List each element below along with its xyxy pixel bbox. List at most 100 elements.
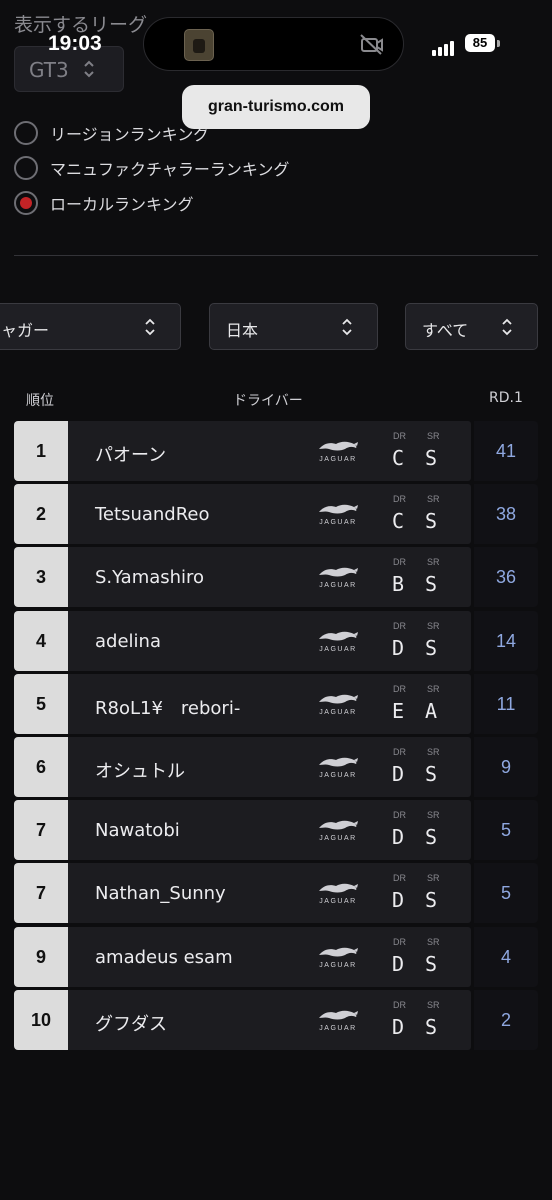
table-row[interactable]: 6 オシュトル JAGUAR DR SR D S 9 bbox=[14, 737, 538, 797]
sportsmanship-rating: S bbox=[425, 509, 438, 533]
driver-name: R8oL1¥ rebori- bbox=[95, 698, 241, 719]
country-filter-select[interactable]: 日本 bbox=[209, 303, 378, 350]
rank-cell: 5 bbox=[14, 674, 68, 734]
category-filter-select[interactable]: すべて bbox=[405, 303, 538, 350]
jaguar-logo-icon: JAGUAR bbox=[316, 627, 360, 657]
dr-label: DR bbox=[393, 810, 406, 820]
rank-cell: 2 bbox=[14, 484, 68, 544]
now-playing-thumbnail bbox=[184, 29, 214, 61]
driver-name: amadeus esam bbox=[95, 947, 233, 968]
score-cell: 11 bbox=[474, 674, 538, 734]
score-cell: 14 bbox=[474, 611, 538, 671]
table-row[interactable]: 4 adelina JAGUAR DR SR D S 14 bbox=[14, 611, 538, 671]
jaguar-logo-icon: JAGUAR bbox=[316, 816, 360, 846]
brand-logo-text: JAGUAR bbox=[319, 898, 357, 905]
score-cell: 36 bbox=[474, 547, 538, 607]
sr-label: SR bbox=[427, 873, 440, 883]
brand-logo-text: JAGUAR bbox=[319, 1025, 357, 1032]
brand-logo-text: JAGUAR bbox=[319, 709, 357, 716]
status-bar: 19:03 85 bbox=[0, 0, 552, 92]
chevron-updown-icon bbox=[144, 318, 156, 340]
driver-cell[interactable]: オシュトル JAGUAR DR SR D S bbox=[68, 737, 471, 797]
brand-logo-text: JAGUAR bbox=[319, 835, 357, 842]
jaguar-logo-icon: JAGUAR bbox=[316, 437, 360, 467]
chevron-updown-icon bbox=[501, 318, 513, 340]
driver-cell[interactable]: Nathan_Sunny JAGUAR DR SR D S bbox=[68, 863, 471, 923]
ratings: DR SR D S bbox=[392, 621, 452, 663]
sportsmanship-rating: S bbox=[425, 952, 438, 976]
brand-logo-text: JAGUAR bbox=[319, 582, 357, 589]
sr-label: SR bbox=[427, 494, 440, 504]
sr-label: SR bbox=[427, 747, 440, 757]
driver-cell[interactable]: パオーン JAGUAR DR SR C S bbox=[68, 421, 471, 481]
driver-rating: D bbox=[392, 888, 405, 912]
jaguar-logo-icon: JAGUAR bbox=[316, 690, 360, 720]
table-row[interactable]: 7 Nawatobi JAGUAR DR SR D S 5 bbox=[14, 800, 538, 860]
driver-cell[interactable]: S.Yamashiro JAGUAR DR SR B S bbox=[68, 547, 471, 607]
sr-label: SR bbox=[427, 684, 440, 694]
table-row[interactable]: 2 TetsuandReo JAGUAR DR SR C S 38 bbox=[14, 484, 538, 544]
driver-rating: C bbox=[392, 509, 405, 533]
driver-rating: B bbox=[392, 572, 405, 596]
table-row[interactable]: 7 Nathan_Sunny JAGUAR DR SR D S 5 bbox=[14, 863, 538, 923]
table-row[interactable]: 10 グフダス JAGUAR DR SR D S 2 bbox=[14, 990, 538, 1050]
sportsmanship-rating: S bbox=[425, 888, 438, 912]
radio-region-ranking[interactable]: リージョンランキング bbox=[14, 120, 209, 146]
driver-name: パオーン bbox=[95, 445, 167, 466]
dr-label: DR bbox=[393, 431, 406, 441]
radio-manufacturer-ranking[interactable]: マニュファクチャラーランキング bbox=[14, 155, 289, 181]
driver-rating: D bbox=[392, 825, 405, 849]
rank-cell: 3 bbox=[14, 547, 68, 607]
rank-cell: 7 bbox=[14, 800, 68, 860]
sportsmanship-rating: S bbox=[425, 1015, 438, 1039]
sr-label: SR bbox=[427, 810, 440, 820]
rank-cell: 9 bbox=[14, 927, 68, 987]
jaguar-logo-icon: JAGUAR bbox=[316, 879, 360, 909]
filter-value: 日本 bbox=[226, 321, 259, 340]
table-row[interactable]: 5 R8oL1¥ rebori- JAGUAR DR SR E A 11 bbox=[14, 674, 538, 734]
sportsmanship-rating: S bbox=[425, 825, 438, 849]
rank-cell: 7 bbox=[14, 863, 68, 923]
sportsmanship-rating: A bbox=[425, 699, 438, 723]
jaguar-logo-icon: JAGUAR bbox=[316, 753, 360, 783]
rank-cell: 10 bbox=[14, 990, 68, 1050]
battery-tip bbox=[497, 40, 500, 47]
driver-name: オシュトル bbox=[95, 761, 185, 782]
brand-logo-text: JAGUAR bbox=[319, 962, 357, 969]
jaguar-logo-icon: JAGUAR bbox=[316, 943, 360, 973]
dr-label: DR bbox=[393, 747, 406, 757]
table-row[interactable]: 9 amadeus esam JAGUAR DR SR D S 4 bbox=[14, 927, 538, 987]
driver-cell[interactable]: Nawatobi JAGUAR DR SR D S bbox=[68, 800, 471, 860]
sportsmanship-rating: S bbox=[425, 572, 438, 596]
radio-circle[interactable] bbox=[14, 121, 38, 145]
radio-local-ranking[interactable]: ローカルランキング bbox=[14, 190, 194, 216]
table-row[interactable]: 1 パオーン JAGUAR DR SR C S 41 bbox=[14, 421, 538, 481]
cellular-signal-icon bbox=[432, 37, 456, 56]
brand-logo-text: JAGUAR bbox=[319, 519, 357, 526]
radio-circle-selected[interactable] bbox=[14, 191, 38, 215]
dr-label: DR bbox=[393, 557, 406, 567]
driver-cell[interactable]: グフダス JAGUAR DR SR D S bbox=[68, 990, 471, 1050]
driver-rating: D bbox=[392, 1015, 405, 1039]
sportsmanship-rating: S bbox=[425, 762, 438, 786]
driver-rating: D bbox=[392, 762, 405, 786]
score-cell: 5 bbox=[474, 800, 538, 860]
driver-cell[interactable]: adelina JAGUAR DR SR D S bbox=[68, 611, 471, 671]
ratings: DR SR D S bbox=[392, 810, 452, 852]
battery-icon: 85 bbox=[465, 34, 495, 52]
driver-cell[interactable]: amadeus esam JAGUAR DR SR D S bbox=[68, 927, 471, 987]
radio-circle[interactable] bbox=[14, 156, 38, 180]
jaguar-logo-icon: JAGUAR bbox=[316, 500, 360, 530]
driver-rating: C bbox=[392, 446, 405, 470]
driver-cell[interactable]: TetsuandReo JAGUAR DR SR C S bbox=[68, 484, 471, 544]
driver-name: adelina bbox=[95, 631, 161, 652]
ratings: DR SR D S bbox=[392, 1000, 452, 1042]
driver-cell[interactable]: R8oL1¥ rebori- JAGUAR DR SR E A bbox=[68, 674, 471, 734]
score-cell: 4 bbox=[474, 927, 538, 987]
dr-label: DR bbox=[393, 1000, 406, 1010]
dr-label: DR bbox=[393, 621, 406, 631]
manufacturer-filter-select[interactable]: ャガー bbox=[0, 303, 181, 350]
table-row[interactable]: 3 S.Yamashiro JAGUAR DR SR B S 36 bbox=[14, 547, 538, 607]
header-rank: 順位 bbox=[26, 393, 54, 409]
url-pill[interactable]: gran-turismo.com bbox=[182, 85, 370, 129]
